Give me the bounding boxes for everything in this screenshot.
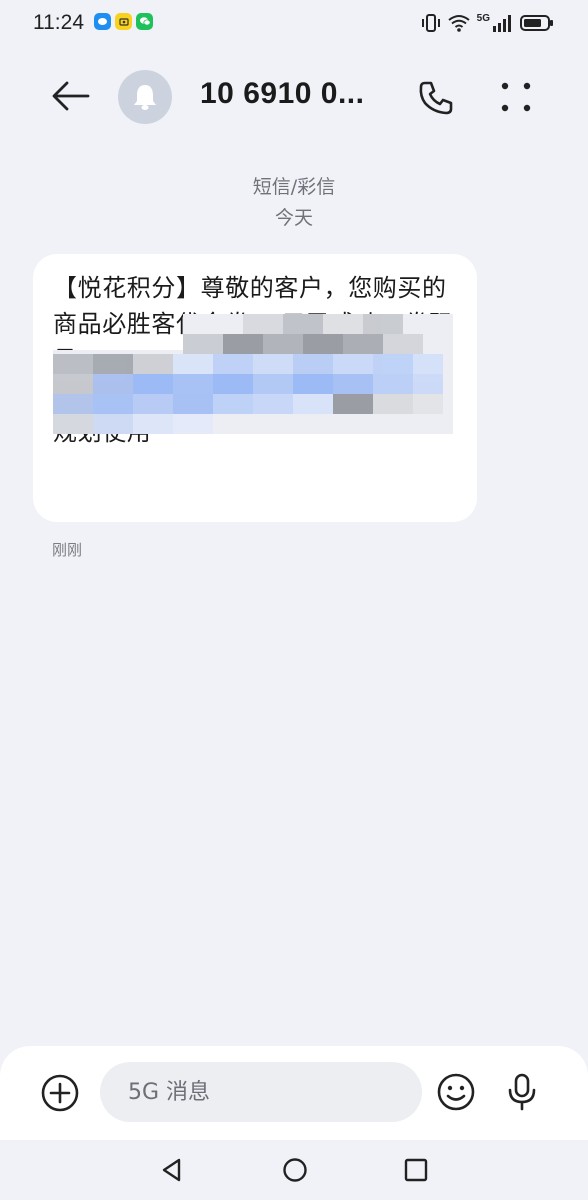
nav-recents-button[interactable] — [403, 1157, 429, 1183]
plus-icon — [41, 1074, 79, 1112]
avatar[interactable] — [118, 70, 172, 124]
bell-icon — [134, 85, 156, 110]
phone-icon — [419, 81, 453, 115]
wechat-icon — [136, 13, 153, 30]
message-time: 刚刚 — [52, 541, 83, 559]
message-text: 【悦花积分】尊敬的客户，您购买的商品必胜客代金券50元已成功，券码号： 安全保护… — [53, 274, 477, 446]
battery-icon — [520, 15, 553, 31]
microphone-icon — [508, 1073, 536, 1111]
message-bubble[interactable]: 【悦花积分】尊敬的客户，您购买的商品必胜客代金券50元已成功，券码号： 安全保护… — [33, 254, 477, 522]
system-icons: 5G — [421, 12, 554, 34]
back-button[interactable] — [48, 76, 92, 116]
nav-back-button[interactable] — [158, 1156, 186, 1184]
more-dots-icon — [501, 82, 531, 112]
voice-input-button[interactable] — [504, 1072, 540, 1112]
status-time: 11:24 — [33, 11, 84, 34]
call-button[interactable] — [416, 78, 456, 118]
back-arrow-icon — [52, 81, 90, 111]
notification-icons — [94, 13, 153, 30]
vibrate-icon — [421, 14, 440, 32]
bank-app-icon — [115, 13, 132, 30]
message-input[interactable] — [100, 1062, 422, 1122]
message-app-icon — [94, 13, 111, 30]
square-recents-icon — [404, 1158, 428, 1182]
status-bar: 11:24 5G — [0, 0, 588, 50]
circle-home-icon — [283, 1158, 307, 1182]
conversation-header: 10 6910 0... — [0, 60, 588, 132]
smiley-icon — [437, 1073, 475, 1111]
more-options-button[interactable] — [496, 78, 536, 118]
emoji-button[interactable] — [436, 1072, 476, 1112]
contact-name[interactable]: 10 6910 0... — [200, 77, 400, 111]
thread-date-label: 今天 — [274, 207, 313, 229]
5g-signal-icon — [493, 15, 511, 32]
wifi-icon — [448, 15, 470, 32]
nav-home-button[interactable] — [281, 1156, 309, 1184]
triangle-back-icon — [162, 1158, 181, 1182]
add-attachment-button[interactable] — [40, 1073, 80, 1113]
network-type-label: 5G — [476, 12, 490, 24]
thread-type-label: 短信/彩信 — [252, 176, 336, 198]
